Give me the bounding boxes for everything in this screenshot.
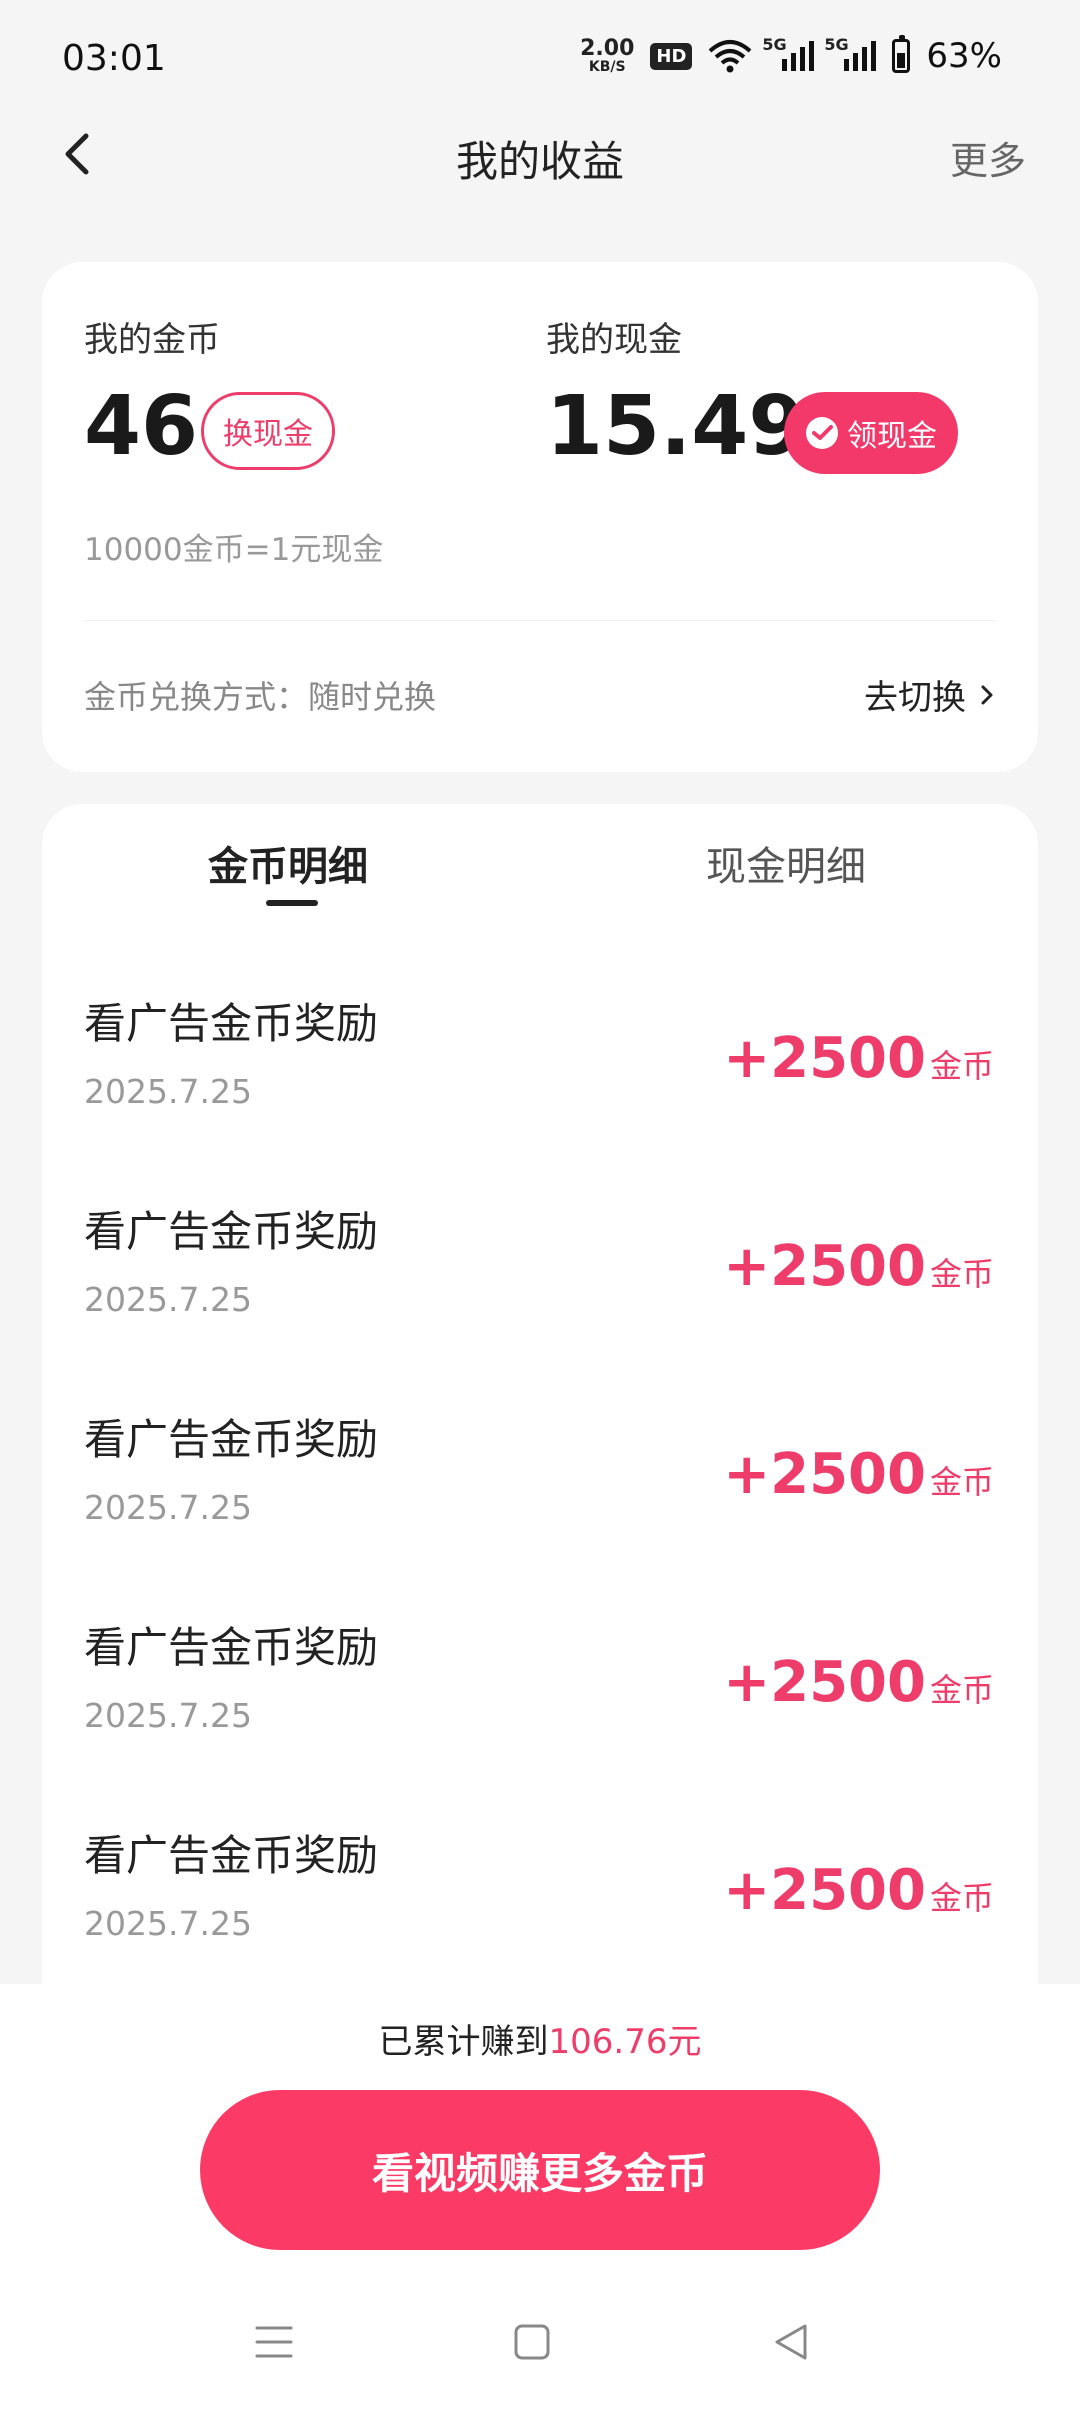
record-row: 看广告金币奖励 2025.7.25 +2500 金币 — [42, 982, 1038, 1190]
record-row: 看广告金币奖励 2025.7.25 +2500 金币 — [42, 1190, 1038, 1398]
record-row: 看广告金币奖励 2025.7.25 +2500 金币 — [42, 1606, 1038, 1814]
signal-5g-icon: 5G — [762, 35, 815, 71]
claim-cash-button[interactable]: 领现金 — [784, 392, 958, 474]
record-date: 2025.7.25 — [84, 1904, 252, 1943]
active-tab-indicator — [266, 900, 318, 906]
record-amount-value: +2500 — [723, 1026, 926, 1091]
status-icons: 2.00 KB/S HD 5G 5G 63% — [580, 35, 1002, 76]
record-row: 看广告金币奖励 2025.7.25 +2500 金币 — [42, 1398, 1038, 1606]
recent-apps-icon[interactable] — [255, 2324, 293, 2360]
total-earned: 已累计赚到106.76元 — [0, 2014, 1080, 2063]
coins-column: 我的金币 — [84, 312, 220, 361]
tab-coin-details[interactable]: 金币明细 — [208, 834, 368, 892]
signal-5g-label-2: 5G — [824, 35, 849, 54]
cash-column: 我的现金 — [546, 312, 682, 361]
network-speed-value: 2.00 — [580, 36, 635, 61]
record-title: 看广告金币奖励 — [84, 1831, 379, 1880]
record-amount: +2500 金币 — [723, 1026, 994, 1091]
record-amount: +2500 金币 — [723, 1442, 994, 1507]
record-title: 看广告金币奖励 — [84, 1623, 379, 1672]
record-date: 2025.7.25 — [84, 1696, 252, 1735]
record-date: 2025.7.25 — [84, 1488, 252, 1527]
record-amount: +2500 金币 — [723, 1858, 994, 1923]
wifi-icon — [709, 40, 752, 73]
details-card: 金币明细 现金明细 看广告金币奖励 2025.7.25 +2500 金币 看广告… — [42, 804, 1038, 2064]
record-amount: +2500 金币 — [723, 1234, 994, 1299]
chevron-right-icon — [981, 685, 993, 704]
record-amount-unit: 金币 — [929, 1671, 994, 1709]
earnings-summary-card: 我的金币 46 换现金 我的现金 15.49 领现金 10000金币=1元现金 … — [42, 262, 1038, 772]
exchange-rate: 10000金币=1元现金 — [84, 532, 384, 568]
record-date: 2025.7.25 — [84, 1072, 252, 1111]
total-earned-prefix: 已累计赚到 — [378, 2022, 549, 2062]
network-speed: 2.00 KB/S — [580, 36, 635, 75]
record-amount-value: +2500 — [723, 1858, 926, 1923]
hd-voice-icon: HD — [650, 42, 693, 70]
battery-percent: 63% — [926, 36, 1002, 76]
coins-label: 我的金币 — [84, 320, 220, 360]
more-button[interactable]: 更多 — [950, 130, 1026, 185]
signal-5g-icon-2: 5G — [824, 35, 877, 71]
battery-icon — [892, 35, 911, 73]
record-amount-value: +2500 — [723, 1234, 926, 1299]
network-speed-unit: KB/S — [588, 59, 626, 75]
system-nav-bar — [0, 2300, 1080, 2400]
watch-video-button[interactable]: 看视频赚更多金币 — [200, 2090, 880, 2250]
home-icon[interactable] — [514, 2324, 550, 2360]
wechat-pay-icon — [806, 417, 838, 449]
page-title: 我的收益 — [455, 137, 624, 186]
tab-cash-details[interactable]: 现金明细 — [706, 834, 866, 892]
cash-label: 我的现金 — [546, 320, 682, 360]
switch-method-link[interactable]: 去切换 — [864, 670, 998, 719]
switch-method-label: 去切换 — [864, 678, 966, 718]
coins-value: 46 — [84, 379, 199, 474]
total-earned-amount: 106.76元 — [548, 2022, 702, 2062]
record-amount-unit: 金币 — [929, 1255, 994, 1293]
record-title: 看广告金币奖励 — [84, 1207, 379, 1256]
status-bar: 03:01 2.00 KB/S HD 5G 5G 63% — [0, 0, 1080, 120]
top-nav: 我的收益 更多 — [0, 110, 1080, 200]
record-amount-value: +2500 — [723, 1442, 926, 1507]
record-amount: +2500 金币 — [723, 1650, 994, 1715]
claim-cash-label: 领现金 — [847, 419, 937, 454]
status-time: 03:01 — [62, 38, 166, 79]
record-date: 2025.7.25 — [84, 1280, 252, 1319]
record-amount-unit: 金币 — [929, 1047, 994, 1085]
signal-5g-label: 5G — [762, 35, 787, 54]
record-amount-unit: 金币 — [929, 1463, 994, 1501]
cash-value: 15.49 — [546, 379, 806, 474]
record-amount-unit: 金币 — [929, 1879, 994, 1917]
exchange-cash-button[interactable]: 换现金 — [201, 392, 335, 470]
record-title: 看广告金币奖励 — [84, 999, 379, 1048]
system-back-icon[interactable] — [771, 2322, 811, 2362]
exchange-method: 金币兑换方式：随时兑换 — [84, 678, 437, 716]
record-title: 看广告金币奖励 — [84, 1415, 379, 1464]
record-amount-value: +2500 — [723, 1650, 926, 1715]
card-divider — [84, 620, 996, 621]
